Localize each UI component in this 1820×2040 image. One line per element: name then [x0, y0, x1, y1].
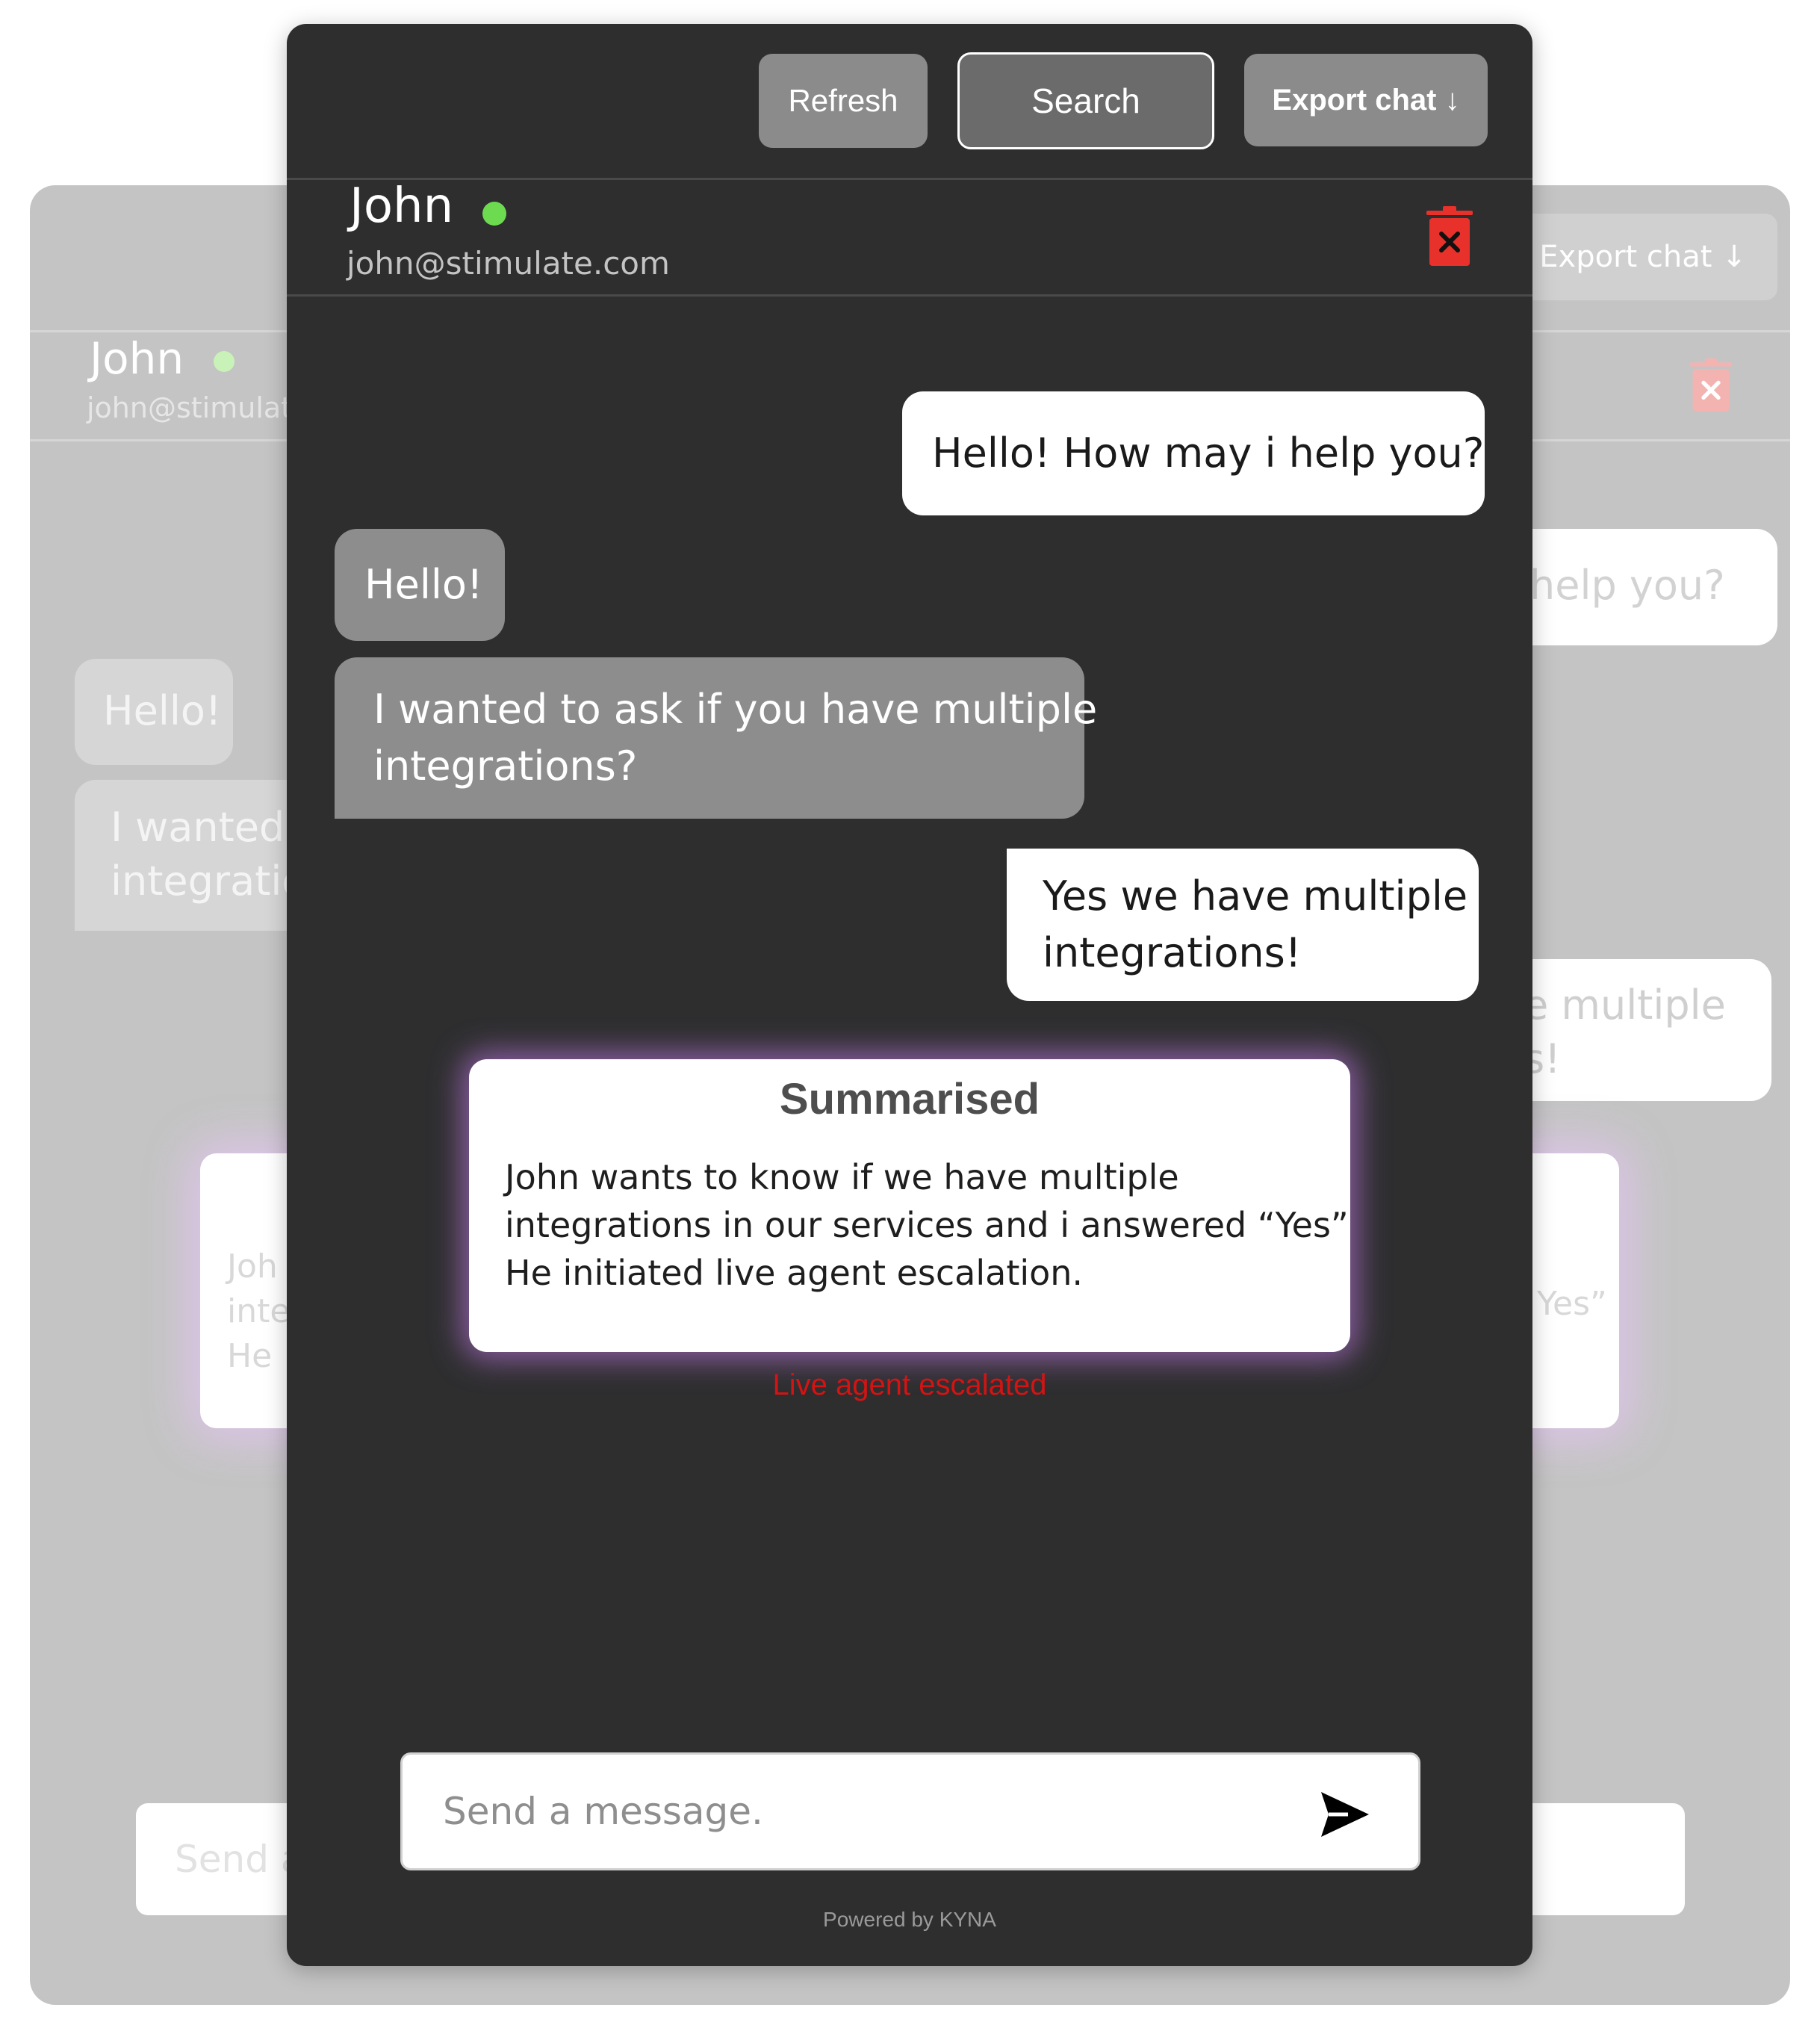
- user-message: I wanted to ask if you have multiple int…: [335, 657, 1097, 819]
- background-input-placeholder: Send a: [175, 1838, 304, 1881]
- background-trash-icon: [1689, 358, 1733, 412]
- contact-email: john@stimulate.com: [347, 245, 670, 282]
- background-summary-quote: Yes”: [1537, 1285, 1607, 1323]
- toolbar-divider: [287, 178, 1532, 180]
- online-status-dot: [482, 202, 506, 226]
- refresh-button[interactable]: Refresh: [759, 54, 928, 148]
- header-divider: [287, 294, 1532, 297]
- bot-message: Hello! How may i help you?: [902, 391, 1485, 515]
- search-button[interactable]: Search: [957, 52, 1214, 149]
- contact-name: John: [350, 179, 454, 234]
- user-message: Hello!: [335, 529, 505, 641]
- chat-window: Refresh Search Export chat ↓ John john@s…: [287, 24, 1532, 1966]
- background-user-message: Hello!: [75, 659, 233, 765]
- message-input[interactable]: [441, 1755, 1300, 1868]
- message-composer: [400, 1752, 1420, 1870]
- bot-message: Yes we have multiple integrations!: [1007, 849, 1479, 1001]
- escalation-status: Live agent escalated: [772, 1368, 1047, 1401]
- summary-body: John wants to know if we have multiple i…: [505, 1157, 1349, 1293]
- powered-by-footer: Powered by KYNA: [823, 1908, 996, 1931]
- background-online-dot: [214, 351, 235, 372]
- send-icon[interactable]: [1318, 1788, 1372, 1841]
- export-chat-button[interactable]: Export chat ↓: [1244, 54, 1488, 146]
- background-summary-text: Joh inte He: [227, 1247, 291, 1375]
- trash-icon[interactable]: [1425, 206, 1474, 269]
- summary-card: Summarised John wants to know if we have…: [469, 1059, 1350, 1352]
- summary-title: Summarised: [779, 1075, 1040, 1123]
- background-export-button: Export chat ↓: [1509, 214, 1777, 300]
- background-contact-name: John: [90, 333, 184, 384]
